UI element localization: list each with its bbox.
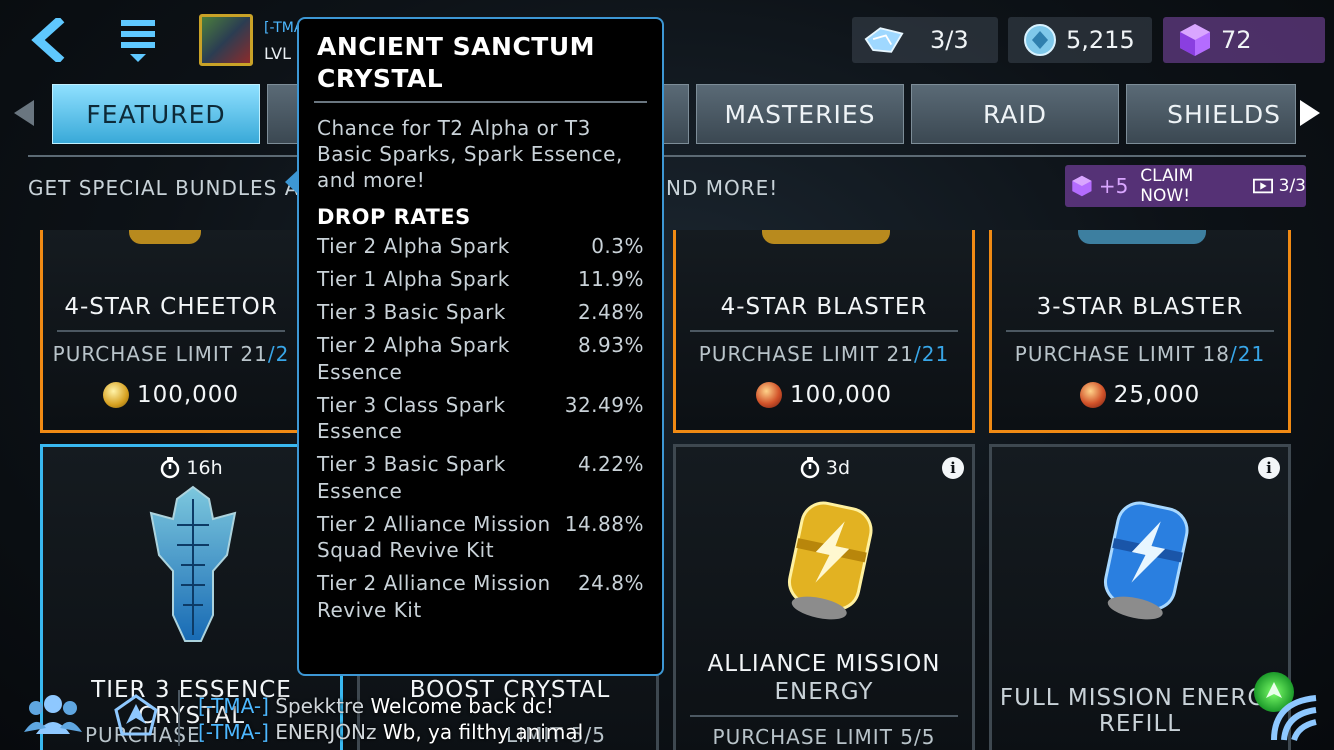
offer-title: 4-STAR BLASTER [720, 294, 928, 320]
tab-hidden-2[interactable] [660, 84, 689, 144]
card-divider [690, 715, 958, 717]
card-divider [1006, 330, 1274, 332]
tooltip-description: Chance for T2 Alpha or T3 Basic Sparks, … [317, 116, 623, 192]
store-subtitle-end: ND MORE! [666, 176, 779, 200]
player-level: LVL [264, 44, 292, 63]
card-banner-decoration [129, 230, 201, 244]
tooltip-title: ANCIENT SANCTUM CRYSTAL [317, 32, 596, 93]
drop-rate-row: Tier 2 Alpha Spark Essence 8.93% [317, 333, 644, 384]
card-divider [690, 330, 958, 332]
info-icon[interactable]: i [1258, 457, 1280, 479]
triangle-right-icon [1300, 100, 1320, 126]
gem-cube-icon [1072, 175, 1092, 197]
drop-rate-row: Tier 2 Alliance Mission Squad Revive Kit… [317, 511, 644, 563]
yellow-energy-battery-image [788, 501, 873, 620]
card-divider [57, 330, 285, 332]
chevron-left-icon [31, 18, 65, 62]
purchase-limit: PURCHASE LIMIT 21/2 [52, 342, 290, 366]
comms-button[interactable] [1270, 692, 1322, 748]
claim-count: 3/3 [1278, 176, 1306, 196]
purchase-limit: PURCHASE LIMIT 18/21 [1014, 342, 1266, 366]
offer-price: 100,000 [676, 382, 972, 408]
offer-price: 100,000 [43, 382, 299, 408]
energy-currency[interactable]: 3/3 [852, 17, 998, 63]
tabs-scroll-left[interactable] [8, 95, 38, 131]
menu-button[interactable] [108, 10, 168, 70]
chat-message: [-TMA-] Spekktre Welcome back dc! [198, 694, 554, 718]
card-banner-decoration [762, 230, 890, 244]
player-avatar[interactable] [199, 14, 253, 66]
chat-divider [178, 690, 180, 746]
offer-card-4star-blaster[interactable]: 4-STAR BLASTER PURCHASE LIMIT 21/21 100,… [673, 230, 975, 433]
energy-shard-icon [864, 23, 904, 57]
offer-title: FULL MISSION ENERGY [999, 685, 1281, 711]
offer-timer: 16h [43, 457, 340, 479]
offer-title: 4-STAR CHEETOR [64, 294, 278, 320]
blue-energy-battery-image [1104, 501, 1189, 620]
offer-title-line2: REFILL [1098, 711, 1182, 737]
chat-message: [-TMA-] ENERJONz Wb, ya filthy animal [198, 720, 584, 744]
purchase-limit: PURCHASE LIMIT 5/5 [712, 725, 936, 749]
gems-value: 72 [1221, 26, 1252, 54]
claim-label: CLAIM NOW! [1140, 166, 1194, 206]
tab-masteries[interactable]: MASTERIES [696, 84, 904, 144]
alliance-emblem-button[interactable] [114, 694, 158, 740]
tab-shields[interactable]: SHIELDS [1126, 84, 1296, 144]
drop-rate-row: Tier 3 Basic Spark 2.48% [317, 300, 644, 324]
group-icon [24, 695, 82, 734]
offer-card-mission-energy-refill[interactable]: i FULL MISSION ENERGY REFILL [989, 444, 1291, 750]
triangle-left-icon [14, 100, 34, 126]
offer-card-3star-blaster[interactable]: 3-STAR BLASTER PURCHASE LIMIT 18/21 25,0… [989, 230, 1291, 433]
offer-card-cheetor[interactable]: 4-STAR CHEETOR PURCHASE LIMIT 21/2 100,0… [40, 230, 302, 433]
drop-rate-row: Tier 2 Alpha Spark 0.3% [317, 234, 644, 258]
tabs-divider [28, 155, 1306, 157]
offer-timer: 3d [676, 457, 972, 479]
comms-icon [1271, 695, 1317, 742]
claim-now-button[interactable]: +5 CLAIM NOW! 3/3 [1065, 165, 1306, 207]
item-tooltip: ANCIENT SANCTUM CRYSTAL Chance for T2 Al… [297, 17, 664, 676]
offer-title-line2: ENERGY [774, 679, 874, 705]
menu-icon [121, 20, 155, 62]
red-coin-icon [755, 382, 782, 408]
offer-price: 25,000 [992, 382, 1288, 408]
back-button[interactable] [18, 10, 78, 70]
gem-cube-icon [1175, 23, 1215, 57]
drop-rates-heading: DROP RATES [317, 205, 471, 229]
drop-rate-row: Tier 3 Class Spark Essence 32.49% [317, 392, 644, 444]
card-banner-decoration [1078, 230, 1206, 244]
essence-crystal-image [149, 485, 237, 642]
video-icon [1252, 178, 1273, 194]
alliance-emblem-icon [114, 694, 158, 736]
drop-rate-row: Tier 3 Basic Spark Essence 4.22% [317, 452, 644, 503]
energy-value: 3/3 [930, 26, 969, 54]
offer-title: ALLIANCE MISSION [707, 651, 941, 677]
gold-coin-icon [102, 382, 129, 408]
drop-rate-row: Tier 1 Alpha Spark 11.9% [317, 267, 644, 291]
crystal-value: 5,215 [1066, 26, 1135, 54]
tabs-scroll-right[interactable] [1296, 95, 1326, 131]
drop-rate-row: Tier 2 Alliance Mission Revive Kit 24.8% [317, 571, 644, 622]
offer-title: 3-STAR BLASTER [1036, 294, 1244, 320]
alliance-chat-button[interactable] [24, 692, 82, 740]
crystal-coin-icon [1020, 23, 1060, 57]
claim-amount: +5 [1098, 174, 1129, 198]
purchase-limit: PURCHASE LIMIT 21/21 [698, 342, 950, 366]
tooltip-divider [314, 101, 647, 103]
red-coin-icon [1079, 382, 1106, 408]
stopwatch-icon [800, 457, 820, 479]
crystal-currency[interactable]: 5,215 [1008, 17, 1152, 63]
stopwatch-icon [161, 457, 180, 479]
tab-featured[interactable]: FEATURED [52, 84, 260, 144]
tab-raid[interactable]: RAID [911, 84, 1119, 144]
gems-currency[interactable]: 72 [1163, 17, 1325, 63]
offer-card-alliance-energy[interactable]: 3d i ALLIANCE MISSION ENERGY PURCHASE LI… [673, 444, 975, 750]
info-icon[interactable]: i [942, 457, 964, 479]
